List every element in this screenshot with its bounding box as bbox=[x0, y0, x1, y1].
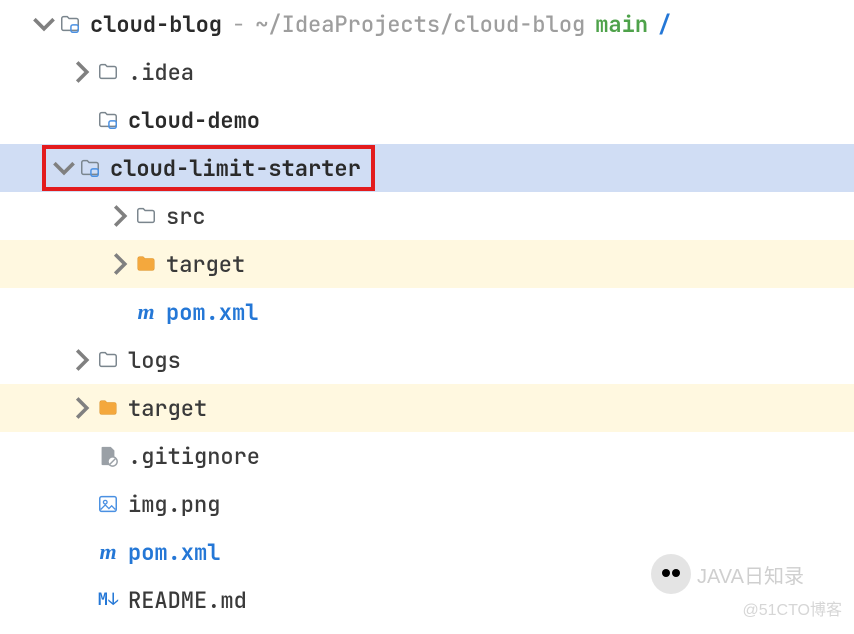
tree-item-gitignore[interactable]: · .gitignore bbox=[0, 432, 854, 480]
folder-icon bbox=[94, 349, 122, 371]
markdown-icon: M↓ bbox=[94, 589, 122, 611]
tree-item-cloud-demo[interactable]: · cloud-demo bbox=[0, 96, 854, 144]
wechat-icon bbox=[651, 554, 691, 594]
tree-item-logs[interactable]: logs bbox=[0, 336, 854, 384]
tree-item-label: README.md bbox=[128, 586, 247, 615]
tree-item-label: target bbox=[128, 394, 207, 423]
folder-icon bbox=[94, 61, 122, 83]
project-path: ~/IdeaProjects/cloud-blog bbox=[255, 10, 585, 39]
tree-item-idea[interactable]: .idea bbox=[0, 48, 854, 96]
image-file-icon bbox=[94, 493, 122, 515]
module-folder-icon bbox=[94, 109, 122, 131]
module-folder-icon bbox=[76, 157, 104, 179]
tree-item-label: src bbox=[166, 202, 206, 231]
git-dirty-indicator: / bbox=[658, 10, 671, 39]
tree-item-label: cloud-demo bbox=[128, 106, 260, 135]
tree-item-img[interactable]: · img.png bbox=[0, 480, 854, 528]
chevron-down-icon[interactable] bbox=[52, 156, 76, 180]
folder-icon bbox=[132, 205, 160, 227]
tree-item-src[interactable]: src bbox=[0, 192, 854, 240]
watermark-text: JAVA日知录 bbox=[697, 560, 804, 589]
separator: - bbox=[232, 10, 245, 39]
module-folder-icon bbox=[56, 13, 84, 35]
tree-item-cloud-limit-starter[interactable]: cloud-limit-starter bbox=[0, 144, 854, 192]
excluded-folder-icon bbox=[132, 253, 160, 275]
maven-icon: m bbox=[132, 299, 160, 325]
tree-item-label: cloud-limit-starter bbox=[110, 154, 361, 183]
tree-item-pom-child[interactable]: · m pom.xml bbox=[0, 288, 854, 336]
watermark-wechat: JAVA日知录 bbox=[651, 554, 804, 594]
chevron-right-icon[interactable] bbox=[108, 204, 132, 228]
chevron-right-icon[interactable] bbox=[70, 60, 94, 84]
watermark-51cto: @51CTO博客 bbox=[742, 596, 842, 620]
tree-item-label: pom.xml bbox=[128, 538, 220, 567]
tree-item-target-child[interactable]: target bbox=[0, 240, 854, 288]
excluded-folder-icon bbox=[94, 397, 122, 419]
tree-item-target[interactable]: target bbox=[0, 384, 854, 432]
tree-item-label: pom.xml bbox=[166, 298, 258, 327]
tree-item-label: .gitignore bbox=[128, 442, 260, 471]
chevron-right-icon[interactable] bbox=[70, 348, 94, 372]
highlight-box: cloud-limit-starter bbox=[42, 145, 375, 191]
ignore-file-icon bbox=[94, 445, 122, 467]
maven-icon: m bbox=[94, 539, 122, 565]
tree-root-row[interactable]: cloud-blog - ~/IdeaProjects/cloud-blog m… bbox=[0, 0, 854, 48]
chevron-right-icon[interactable] bbox=[70, 396, 94, 420]
tree-item-label: img.png bbox=[128, 490, 220, 519]
tree-item-label: logs bbox=[128, 346, 181, 375]
git-branch: main bbox=[595, 10, 648, 39]
chevron-down-icon[interactable] bbox=[32, 12, 56, 36]
chevron-right-icon[interactable] bbox=[108, 252, 132, 276]
tree-item-label: target bbox=[166, 250, 245, 279]
tree-item-label: .idea bbox=[128, 58, 194, 87]
project-name: cloud-blog bbox=[90, 10, 222, 39]
